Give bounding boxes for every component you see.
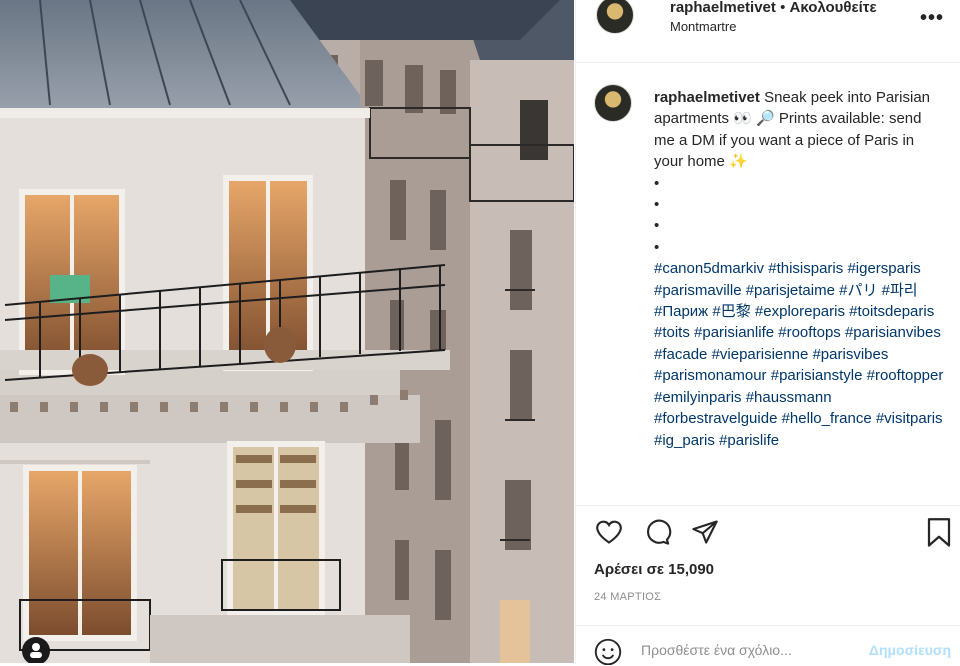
post-image: [0, 0, 574, 663]
caption-bullet: •: [654, 174, 660, 192]
hashtag-link[interactable]: #parismonamour: [654, 367, 767, 384]
action-bar: [594, 518, 951, 552]
hashtag-link[interactable]: #toits: [654, 324, 690, 341]
hashtag-link[interactable]: #toitsdeparis: [849, 303, 934, 320]
hashtag-list: #canon5dmarkiv #thisisparis #igersparis …: [654, 258, 944, 451]
share-icon[interactable]: [690, 518, 720, 546]
hashtag-link[interactable]: #facade: [654, 346, 707, 363]
location-link[interactable]: Montmartre: [670, 19, 736, 34]
header-username[interactable]: raphaelmetivet: [670, 0, 776, 16]
hashtag-link[interactable]: #parisvibes: [812, 346, 888, 363]
likes-count[interactable]: Αρέσει σε 15,090: [594, 561, 714, 578]
emoji-icon[interactable]: [594, 638, 622, 666]
caption-bullet: •: [654, 238, 660, 256]
bookmark-icon[interactable]: [926, 518, 952, 548]
post-comment-button[interactable]: Δημοσίευση: [869, 642, 951, 658]
caption-username[interactable]: raphaelmetivet: [654, 89, 760, 106]
caption-bullet: •: [654, 217, 660, 235]
hashtag-link[interactable]: #파리: [882, 282, 918, 299]
caption-bullet: •: [654, 196, 660, 214]
hashtag-link[interactable]: #rooftopper: [867, 367, 944, 384]
hashtag-link[interactable]: #parisianvibes: [845, 324, 941, 341]
hashtag-link[interactable]: #rooftops: [778, 324, 841, 341]
hashtag-link[interactable]: #parisianstyle: [771, 367, 863, 384]
post-photo[interactable]: [0, 0, 574, 663]
hashtag-link[interactable]: #haussmann: [746, 389, 832, 406]
hashtag-link[interactable]: #vieparisienne: [712, 346, 809, 363]
hashtag-link[interactable]: #parisjetaime: [746, 282, 835, 299]
post-caption: raphaelmetivet Sneak peek into Parisian …: [654, 87, 944, 451]
hashtag-link[interactable]: #parislife: [719, 432, 779, 449]
header-divider: [576, 62, 960, 63]
hashtag-link[interactable]: #Париж: [654, 303, 708, 320]
following-button[interactable]: Ακολουθείτε: [790, 0, 877, 16]
hashtag-link[interactable]: #ig_paris: [654, 432, 715, 449]
caption-divider: [576, 505, 960, 506]
header-user-line: raphaelmetivet • Ακολουθείτε: [670, 0, 877, 16]
avatar[interactable]: [596, 0, 634, 34]
post-date[interactable]: 24 ΜΑΡΤΙΟΣ: [594, 591, 661, 603]
hashtag-link[interactable]: #visitparis: [876, 410, 943, 427]
hashtag-link[interactable]: #hello_france: [782, 410, 872, 427]
hashtag-link[interactable]: #parisianlife: [694, 324, 774, 341]
hashtag-link[interactable]: #exploreparis: [755, 303, 845, 320]
comment-input[interactable]: Προσθέστε ένα σχόλιο...: [641, 642, 792, 658]
separator-dot: •: [780, 0, 786, 16]
caption-avatar[interactable]: [594, 84, 632, 122]
heart-icon[interactable]: [594, 518, 624, 546]
hashtag-link[interactable]: #forbestravelguide: [654, 410, 777, 427]
hashtag-link[interactable]: #emilyinparis: [654, 389, 742, 406]
comment-bar: Προσθέστε ένα σχόλιο... Δημοσίευση: [576, 625, 960, 666]
hashtag-link[interactable]: #パリ: [839, 282, 877, 299]
post-header: raphaelmetivet • Ακολουθείτε Montmartre …: [594, 0, 954, 44]
comment-icon[interactable]: [642, 518, 672, 546]
post-sidebar: raphaelmetivet • Ακολουθείτε Montmartre …: [575, 0, 960, 666]
hashtag-link[interactable]: #巴黎: [712, 303, 750, 320]
hashtag-link[interactable]: #igersparis: [847, 260, 920, 277]
hashtag-link[interactable]: #canon5dmarkiv: [654, 260, 764, 277]
caption-line: Sneak peek into: [764, 89, 872, 106]
hashtag-link[interactable]: #parismaville: [654, 282, 742, 299]
hashtag-link[interactable]: #thisisparis: [768, 260, 843, 277]
more-options-icon[interactable]: •••: [920, 7, 944, 30]
